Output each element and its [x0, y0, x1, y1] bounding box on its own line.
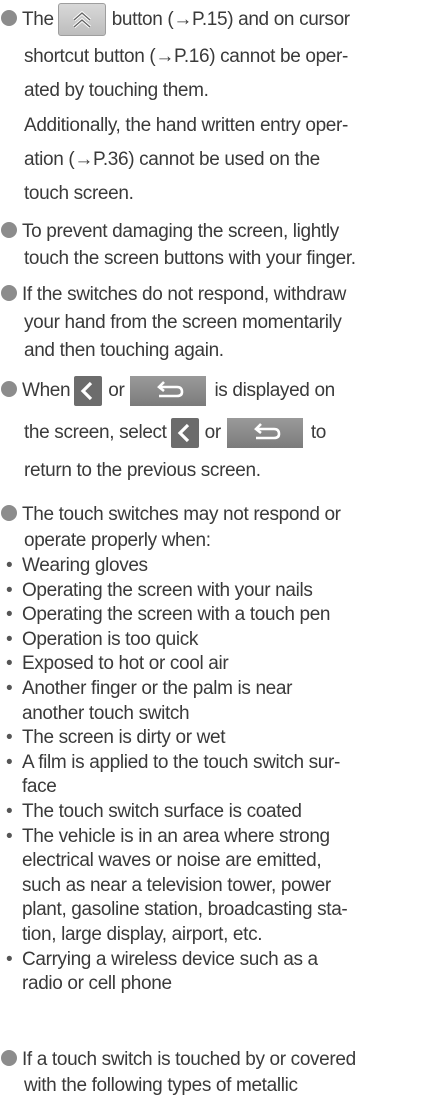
- list-item-continued: radio or cell phone: [22, 973, 172, 995]
- note-line: and then touching again.: [24, 340, 224, 361]
- list-item: • Wearing gloves: [0, 554, 425, 579]
- list-item: • The touch switch surface is coated: [0, 800, 425, 825]
- note-text: The: [22, 9, 54, 30]
- note-line: the screen, select or to: [0, 411, 425, 455]
- list-item-continued: tion, large display, airport, etc.: [22, 923, 263, 945]
- note-metallic-objects: If a touch switch is touched by or cover…: [0, 1047, 425, 1099]
- note-text: or: [204, 422, 222, 443]
- list-dot: •: [6, 677, 13, 699]
- return-arrow-icon: [157, 381, 184, 398]
- note-text: the screen, select: [24, 422, 167, 443]
- note-line: When or is displayed on: [0, 371, 425, 411]
- list-item: • Operating the screen with a touch pen: [0, 603, 425, 628]
- bullet-icon: [1, 285, 17, 301]
- list-item: • Operation is too quick: [0, 628, 425, 653]
- note-line: ation (→P.36) cannot be used on the: [24, 149, 320, 170]
- up-button[interactable]: [57, 3, 106, 37]
- back-button[interactable]: [74, 375, 103, 406]
- note-touch-conditions: The touch switches may not respond or op…: [0, 502, 425, 554]
- note-text: to: [310, 422, 327, 443]
- list-dot: •: [6, 579, 13, 601]
- list-item-continued: plant, gasoline station, broadcasting st…: [22, 899, 348, 921]
- note-line: If a touch switch is touched by or cover…: [0, 1047, 425, 1073]
- note-text: If a touch switch is touched by or cover…: [22, 1049, 356, 1070]
- list-dot: •: [6, 800, 13, 822]
- note-prevent-damage: To prevent damaging the screen, lightly …: [0, 218, 425, 272]
- list-item: • The vehicle is in an area where strong: [0, 825, 425, 850]
- list-dot: •: [6, 825, 13, 847]
- list-item: • Another finger or the palm is near: [0, 677, 425, 702]
- list-dot: •: [6, 604, 13, 626]
- note-switches-not-responding: If the switches do not respond, withdraw…: [0, 281, 425, 365]
- note-text: is displayed on: [214, 380, 335, 401]
- note-line: Additionally, the hand written entry ope…: [24, 115, 348, 136]
- list-dot: •: [6, 751, 13, 773]
- manual-page: The button (→P.15) and on cursor shortcu…: [0, 0, 432, 1105]
- note-line: ated by touching them.: [24, 80, 209, 101]
- list-dot: •: [6, 948, 13, 970]
- return-button[interactable]: [130, 375, 207, 406]
- note-line: shortcut button (→P.16) cannot be oper-: [24, 46, 348, 67]
- return-arrow-icon: [253, 423, 281, 440]
- list-item: • A film is applied to the touch switch s…: [0, 751, 425, 776]
- list-item-continued: electrical waves or noise are emitted,: [22, 850, 322, 872]
- note-line: To prevent damaging the screen, lightly: [0, 218, 425, 245]
- bullet-icon: [1, 1050, 17, 1066]
- note-text: To prevent damaging the screen, lightly: [22, 221, 339, 242]
- list-dot: •: [6, 727, 13, 749]
- note-line: return to the previous screen.: [24, 460, 261, 481]
- bullet-icon: [1, 505, 17, 521]
- list-dot: •: [6, 628, 13, 650]
- note-line: The touch switches may not respond or: [0, 502, 425, 528]
- note-line: touch screen.: [24, 183, 134, 204]
- bullet-icon: [1, 10, 17, 26]
- list-item: • Carrying a wireless device such as a: [0, 948, 425, 973]
- note-text: If the switches do not respond, withdraw: [22, 284, 346, 305]
- note-line: touch the screen buttons with your finge…: [24, 248, 356, 269]
- list-item-continued: such as near a television tower, power: [22, 874, 331, 896]
- note-line: with the following types of metallic: [24, 1075, 298, 1096]
- note-return-previous: When or is displayed on the screen, select…: [0, 371, 425, 487]
- bullet-icon: [1, 381, 17, 397]
- note-line: The button (→P.15) and on cursor: [0, 0, 425, 40]
- back-button[interactable]: [170, 417, 199, 448]
- note-text: or: [108, 380, 125, 401]
- list-item: • Operating the screen with your nails: [0, 579, 425, 604]
- note-screen-buttons: The button (→P.15) and on cursor shortcu…: [0, 0, 425, 211]
- return-button[interactable]: [226, 417, 303, 448]
- list-item-continued: another touch switch: [22, 702, 190, 724]
- list-item: • The screen is dirty or wet: [0, 726, 425, 751]
- list-item-continued: face: [22, 776, 57, 798]
- note-line: operate properly when:: [24, 530, 211, 551]
- note-line: your hand from the screen momentarily: [24, 312, 342, 333]
- list-dot: •: [6, 653, 13, 675]
- note-line: If the switches do not respond, withdraw: [0, 281, 425, 309]
- note-text: button (→P.15) and on cursor: [111, 9, 350, 30]
- list-dot: •: [6, 555, 13, 576]
- note-text: The touch switches may not respond or: [22, 504, 341, 525]
- bullet-icon: [1, 222, 17, 238]
- chevron-left-icon: [80, 381, 93, 401]
- chevron-left-icon: [177, 423, 189, 443]
- note-text: When: [22, 380, 71, 401]
- condition-list: • Wearing gloves • Operating the screen wi…: [0, 554, 425, 997]
- double-chevron-up-icon: [72, 11, 91, 29]
- list-item: • Exposed to hot or cool air: [0, 652, 425, 677]
